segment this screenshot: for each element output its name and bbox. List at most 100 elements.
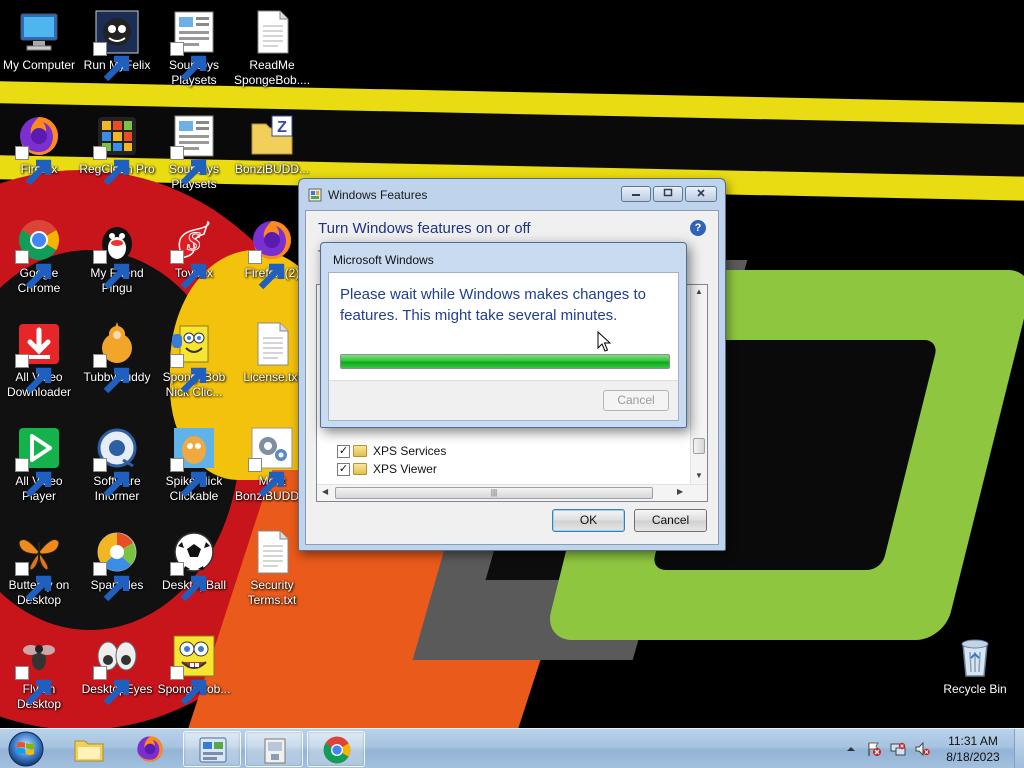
feature-label: XPS Viewer <box>373 462 437 476</box>
minimize-icon <box>632 194 640 196</box>
ok-button[interactable]: OK <box>552 509 625 532</box>
clock-date: 8/18/2023 <box>946 750 1000 764</box>
desktop-icon-image <box>170 424 218 498</box>
shortcut-arrow-icon <box>170 250 207 290</box>
vertical-scroll-thumb[interactable] <box>693 438 705 454</box>
desktop-icon-image <box>93 112 141 186</box>
desktop-icon-run-myfelix[interactable]: Run MyFelix <box>78 8 156 82</box>
start-button[interactable] <box>4 730 48 768</box>
desktop-icon-my-computer[interactable]: My Computer <box>0 8 78 73</box>
close-icon <box>697 189 705 197</box>
feature-row-xps-viewer[interactable]: ✓ XPS Viewer <box>337 460 437 478</box>
desktop-icon-image <box>93 320 141 394</box>
desktop-icon-firefox[interactable]: Firefox <box>0 112 78 186</box>
desktop-icon-readme-spongebob[interactable]: ReadMe SpongeBob.... <box>233 8 311 88</box>
desktop-icon-label: BonziBUDD... <box>234 162 310 176</box>
shortcut-arrow-icon <box>248 250 285 290</box>
desktop-icon-fly-on-desktop[interactable]: Fly on Desktop <box>0 632 78 712</box>
desktop-icon-recycle-bin[interactable]: Recycle Bin <box>936 632 1014 697</box>
scroll-up-arrow-icon[interactable]: ▲ <box>695 287 703 296</box>
taskbar-button-control-panel[interactable] <box>183 731 241 767</box>
horizontal-scrollbar[interactable]: ◀ ||| ▶ <box>317 484 707 501</box>
dialog-title: Windows Features <box>328 188 428 202</box>
desktop-icon-my-friend-pingu[interactable]: My Friend Pingu <box>78 216 156 296</box>
minimize-button[interactable] <box>621 186 651 202</box>
show-hidden-icons-arrow-icon[interactable] <box>843 741 859 757</box>
shortcut-arrow-icon <box>93 458 130 498</box>
desktop-icon-souptoys-playsets[interactable]: Souptoys Playsets <box>155 8 233 88</box>
volume-muted-icon[interactable] <box>914 741 930 757</box>
desktop-icon-google-chrome[interactable]: Google Chrome <box>0 216 78 296</box>
progress-cancel-button[interactable]: Cancel <box>603 390 669 411</box>
feature-checkbox[interactable]: ✓ <box>337 444 350 458</box>
desktop-icon-bonzibudd[interactable]: Z BonziBUDD... <box>233 112 311 177</box>
maximize-icon <box>663 188 673 197</box>
progress-dialog-content: Please wait while Windows makes changes … <box>328 272 679 421</box>
shortcut-arrow-icon <box>170 42 207 82</box>
horizontal-scroll-thumb[interactable]: ||| <box>335 487 653 499</box>
desktop-icon-desktopeyes[interactable]: DesktopEyes <box>78 632 156 706</box>
shortcut-arrow-icon <box>170 458 207 498</box>
desktop-icon-image: S <box>170 216 218 290</box>
taskbar-button-explorer-folder[interactable] <box>60 731 118 767</box>
close-button[interactable] <box>685 186 717 202</box>
chrome-icon <box>323 736 351 764</box>
desktop-icon-label: ReadMe SpongeBob.... <box>233 58 311 87</box>
desktop-icon-all-video-player[interactable]: All Video Player <box>0 424 78 504</box>
desktop-icon-spongebob-nick-clic[interactable]: SpongeBob Nick Clic... <box>155 320 233 400</box>
shortcut-arrow-icon <box>93 146 130 186</box>
feature-checkbox[interactable]: ✓ <box>337 462 350 476</box>
desktop-icon-toybox[interactable]: S Toybox <box>155 216 233 290</box>
control-panel-icon <box>199 737 227 763</box>
desktop-icon-desktopball[interactable]: DesktopBall <box>155 528 233 602</box>
desktop-icon-sparticles[interactable]: Sparticles <box>78 528 156 602</box>
feature-label: XPS Services <box>373 444 447 458</box>
scroll-down-arrow-icon[interactable]: ▼ <box>695 471 703 480</box>
progress-bar <box>340 354 670 369</box>
desktop-icon-image <box>248 8 296 56</box>
taskbar-button-installer[interactable] <box>245 731 303 767</box>
cancel-button[interactable]: Cancel <box>634 509 707 532</box>
desktop-icon-souptoys-playsets[interactable]: Souptoys Playsets <box>155 112 233 192</box>
shortcut-arrow-icon <box>170 146 207 186</box>
scroll-right-arrow-icon[interactable]: ▶ <box>677 487 683 496</box>
desktop-icon-image <box>170 632 218 706</box>
desktop-icon-software-informer[interactable]: Software Informer <box>78 424 156 504</box>
folder-icon <box>353 445 367 457</box>
desktop-icon-butterfly-on-desktop[interactable]: Butterfly on Desktop <box>0 528 78 608</box>
dialog-title-bar[interactable]: Windows Features <box>299 179 725 211</box>
clock-time: 11:31 AM <box>948 734 998 748</box>
feature-row-xps-services[interactable]: ✓ XPS Services <box>337 442 446 460</box>
maximize-button[interactable] <box>653 186 683 202</box>
taskbar-button-chrome[interactable] <box>307 731 365 767</box>
desktop-icon-spongebob[interactable]: SpongeBob... <box>155 632 233 706</box>
progress-dialog-title: Microsoft Windows <box>333 253 434 267</box>
system-clock[interactable]: 11:31 AM 8/18/2023 <box>938 733 1008 765</box>
desktop-icon-image <box>15 112 63 186</box>
shortcut-arrow-icon <box>93 42 130 82</box>
document-icon <box>257 10 289 54</box>
vertical-scrollbar[interactable]: ▲ ▼ <box>690 285 707 484</box>
shortcut-arrow-icon <box>15 146 52 186</box>
taskbar: 11:31 AM 8/18/2023 <box>0 728 1024 768</box>
show-desktop-button[interactable] <box>1014 729 1024 768</box>
desktop-icon-spike-nick-clickable[interactable]: Spike Nick Clickable <box>155 424 233 504</box>
firefox-icon <box>137 736 163 762</box>
action-center-flag-icon[interactable] <box>866 741 882 757</box>
explorer-folder-icon <box>74 740 104 762</box>
installer-icon <box>264 738 286 764</box>
desktop-icon-image <box>170 528 218 602</box>
desktop-icon-label: Recycle Bin <box>943 682 1007 696</box>
desktop-icon-image <box>15 8 63 56</box>
desktop-icon-all-video-downloader[interactable]: All Video Downloader <box>0 320 78 400</box>
network-icon[interactable] <box>890 741 906 757</box>
desktop-icon-image <box>15 320 63 394</box>
desktop-icon-tubbybuddy[interactable]: TubbyBuddy <box>78 320 156 394</box>
taskbar-button-firefox[interactable] <box>121 731 179 767</box>
desktop-icon-image <box>93 216 141 290</box>
desktop-icon-regclean-pro[interactable]: RegClean Pro <box>78 112 156 186</box>
scroll-left-arrow-icon[interactable]: ◀ <box>322 487 328 496</box>
shortcut-arrow-icon <box>15 250 52 290</box>
progress-message: Please wait while Windows makes changes … <box>340 286 646 324</box>
help-icon[interactable]: ? <box>690 220 706 236</box>
